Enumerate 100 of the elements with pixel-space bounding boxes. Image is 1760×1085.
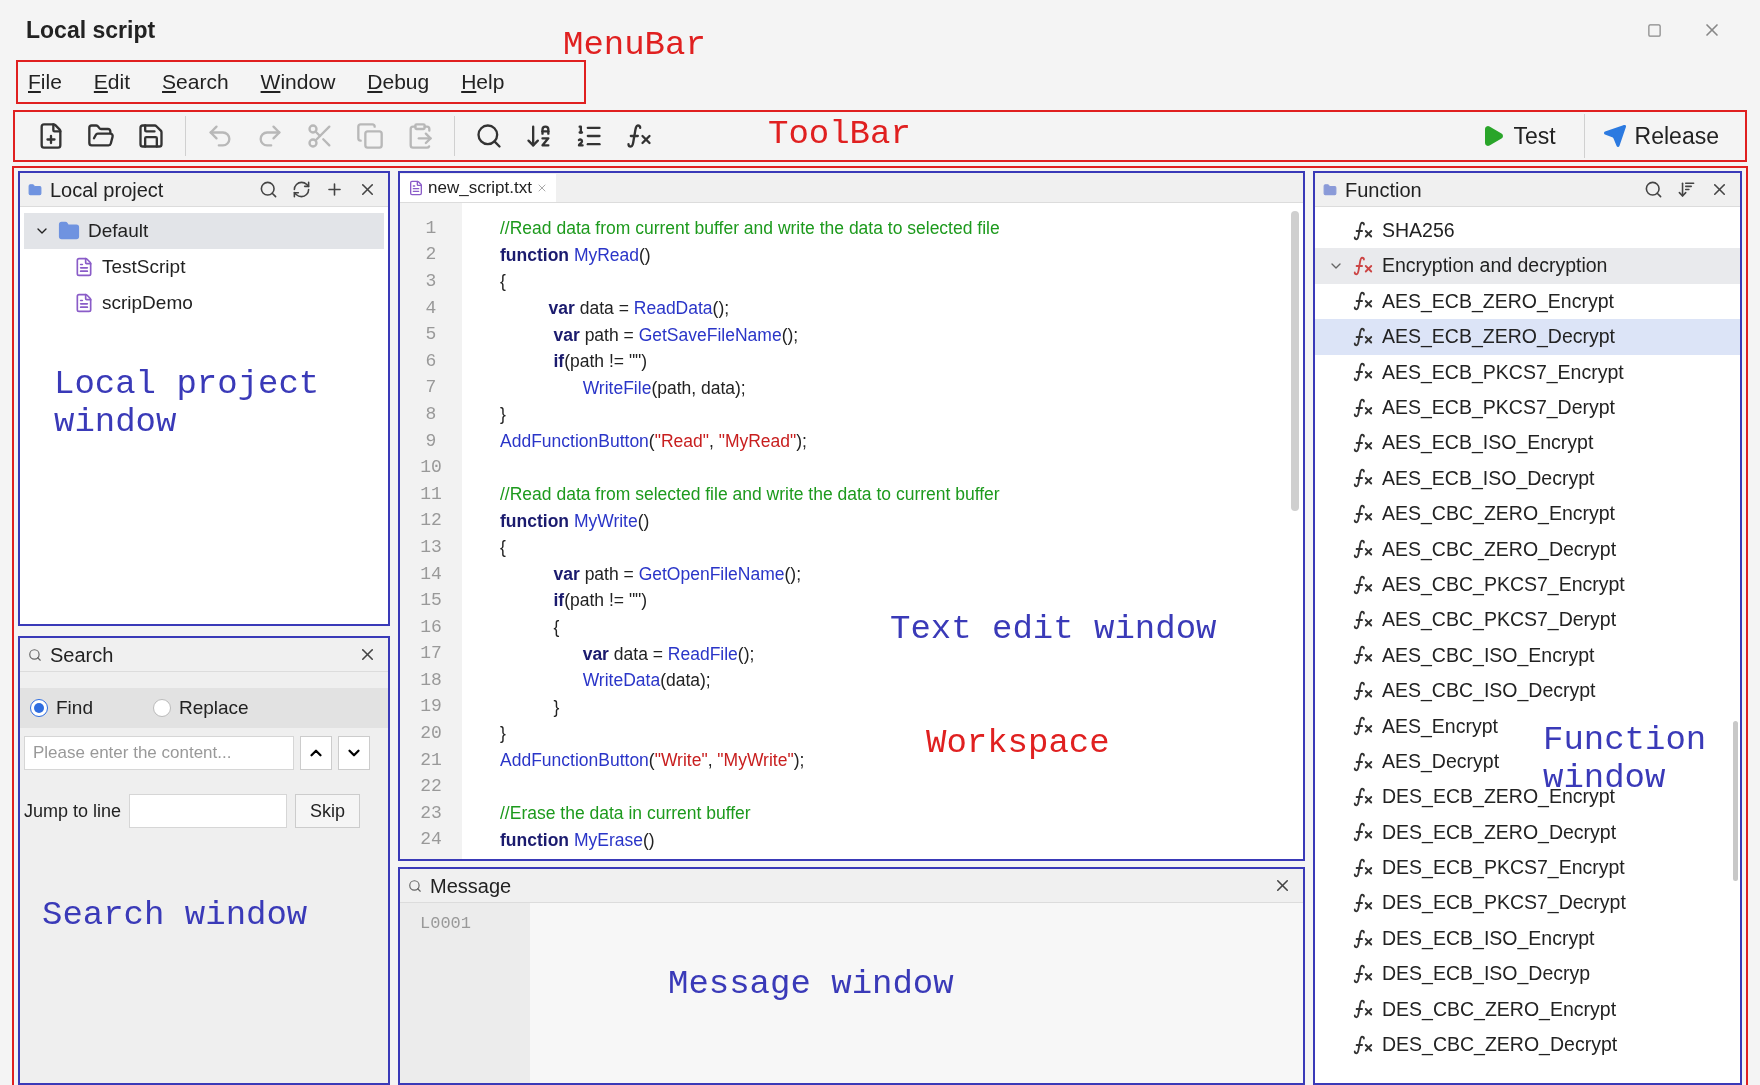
annotation-label: MenuBar <box>563 26 706 64</box>
line-number: 3 <box>425 270 437 293</box>
tree-item[interactable]: scripDemo <box>24 285 384 321</box>
line-number: 1 <box>425 216 437 240</box>
code-line: function MyWrite() <box>500 509 650 533</box>
function-icon <box>1352 467 1374 490</box>
code-line: } <box>500 722 506 746</box>
function-icon <box>1352 396 1374 419</box>
function-item[interactable]: AES_CBC_ZERO_Encrypt <box>1315 496 1621 532</box>
annotation-label: Search window <box>42 896 308 934</box>
function-item[interactable]: DES_ECB_ZERO_Decrypt <box>1315 814 1623 851</box>
function-icon <box>1352 1033 1374 1056</box>
line-number: 21 <box>420 748 442 772</box>
function-icon <box>1352 750 1374 773</box>
function-item[interactable]: DES_ECB_ISO_Decryp <box>1315 956 1597 992</box>
line-number: 4 <box>425 296 437 320</box>
function-item[interactable]: AES_ECB_PKCS7_Derypt <box>1315 389 1622 426</box>
code-line: AddFunctionButton("Write", "MyWrite"); <box>500 749 805 773</box>
function-item[interactable]: AES_Encrypt <box>1315 708 1504 744</box>
code-line: var data = ReadData(); <box>547 296 730 320</box>
window-title: Local script <box>26 15 156 45</box>
annotation-label: Message window <box>668 965 954 1003</box>
menu-item[interactable]: Help <box>461 66 505 98</box>
function-item[interactable]: AES_ECB_ZERO_Decrypt <box>1315 319 1740 355</box>
line-number: 17 <box>420 642 442 666</box>
function-item[interactable]: AES_CBC_ISO_Decrypt <box>1315 673 1602 709</box>
function-icon <box>1352 785 1374 808</box>
function-item[interactable]: AES_CBC_ISO_Encrypt <box>1315 637 1601 674</box>
function-icon <box>1352 609 1374 631</box>
function-item[interactable]: AES_ECB_ISO_Decrypt <box>1315 460 1601 497</box>
function-icon <box>1352 538 1374 561</box>
function-item[interactable]: DES_CBC_ZERO_Encrypt <box>1315 991 1623 1027</box>
code-line: { <box>500 536 506 560</box>
function-item[interactable]: AES_CBC_PKCS7_Derypt <box>1315 602 1623 638</box>
toolbar-button[interactable]: Release <box>1583 114 1737 158</box>
menu-item[interactable]: Edit <box>93 66 131 98</box>
function-group-icon <box>1352 255 1374 278</box>
previous-button[interactable] <box>300 736 332 770</box>
tree-item[interactable]: Default <box>24 213 384 249</box>
search-icon <box>28 647 42 662</box>
function-item[interactable]: Encryption and decryption <box>1315 248 1740 284</box>
code-line: { <box>500 270 506 294</box>
line-number: 24 <box>420 828 442 852</box>
line-number: 15 <box>420 589 442 613</box>
function-icon <box>1352 962 1374 985</box>
panel-title: Message <box>430 873 512 899</box>
line-number: 16 <box>420 615 442 639</box>
function-item[interactable]: AES_ECB_PKCS7_Encrypt <box>1315 354 1630 390</box>
function-item[interactable]: SHA256 <box>1315 213 1461 249</box>
find-field[interactable]: Please enter the content... <box>24 736 294 770</box>
line-number: 13 <box>420 535 442 559</box>
folder-icon <box>28 182 42 197</box>
line-number-field[interactable] <box>129 794 288 828</box>
function-icon <box>1352 432 1374 455</box>
function-item[interactable]: DES_ECB_ISO_Encrypt <box>1315 920 1601 957</box>
annotation-label: Local project window <box>54 365 321 441</box>
tree-item[interactable]: TestScript <box>24 249 384 285</box>
function-icon <box>1352 679 1374 702</box>
function-item[interactable]: AES_ECB_ISO_Encrypt <box>1315 425 1600 461</box>
jump-label: Jump to line <box>24 799 122 823</box>
toolbar-button[interactable]: Test <box>1463 114 1574 158</box>
function-icon <box>1352 502 1374 525</box>
function-item[interactable]: AES_Decrypt <box>1315 743 1506 780</box>
code-line: } <box>552 695 560 719</box>
code-line: if(path != "") <box>552 589 648 613</box>
script-file-icon <box>408 180 424 196</box>
menu-item[interactable]: Search <box>162 66 229 98</box>
next-button[interactable] <box>338 736 370 770</box>
code-line: { <box>552 616 560 640</box>
script-file-icon <box>74 257 94 277</box>
file-tab[interactable]: new_script.txt <box>400 174 556 202</box>
code-line: AddFunctionButton("Read", "MyRead"); <box>500 429 807 453</box>
menu-item[interactable]: File <box>28 66 62 98</box>
line-number: 10 <box>420 456 442 480</box>
panel-title: Function <box>1345 177 1422 203</box>
function-item[interactable]: DES_CBC_ZERO_Decrypt <box>1315 1027 1624 1063</box>
radio-option[interactable]: Replace <box>152 693 249 723</box>
function-item[interactable]: AES_CBC_ZERO_Decrypt <box>1315 531 1623 567</box>
code-line: //Read data from selected file and write the data to current buffer <box>500 483 1000 507</box>
function-item[interactable]: DES_ECB_PKCS7_Decrypt <box>1315 885 1632 921</box>
function-icon <box>1352 998 1374 1021</box>
function-icon <box>1352 325 1374 348</box>
radio-option[interactable]: Find <box>30 693 93 723</box>
function-item[interactable]: DES_ECB_PKCS7_Encrypt <box>1315 850 1631 886</box>
code-line: //Erase the data in current buffer <box>500 802 751 826</box>
code-line: function MyErase() <box>500 828 655 852</box>
menu-item[interactable]: Window <box>260 66 336 98</box>
skip-button[interactable]: Skip <box>295 794 361 828</box>
line-number: 22 <box>420 775 442 799</box>
code-line: WriteFile(path, data); <box>581 376 746 400</box>
script-file-icon <box>74 293 94 313</box>
line-number: 20 <box>420 722 442 746</box>
annotation-label: ToolBar <box>768 115 911 153</box>
function-icon <box>1352 715 1374 738</box>
menu-item[interactable]: Debug <box>367 66 430 98</box>
code-line: if(path != "") <box>552 350 648 374</box>
function-item[interactable]: AES_ECB_ZERO_Encrypt <box>1315 283 1620 320</box>
code-line: var path = GetSaveFileName(); <box>552 323 799 347</box>
folder-icon <box>1323 182 1337 197</box>
function-item[interactable]: AES_CBC_PKCS7_Encrypt <box>1315 566 1631 603</box>
